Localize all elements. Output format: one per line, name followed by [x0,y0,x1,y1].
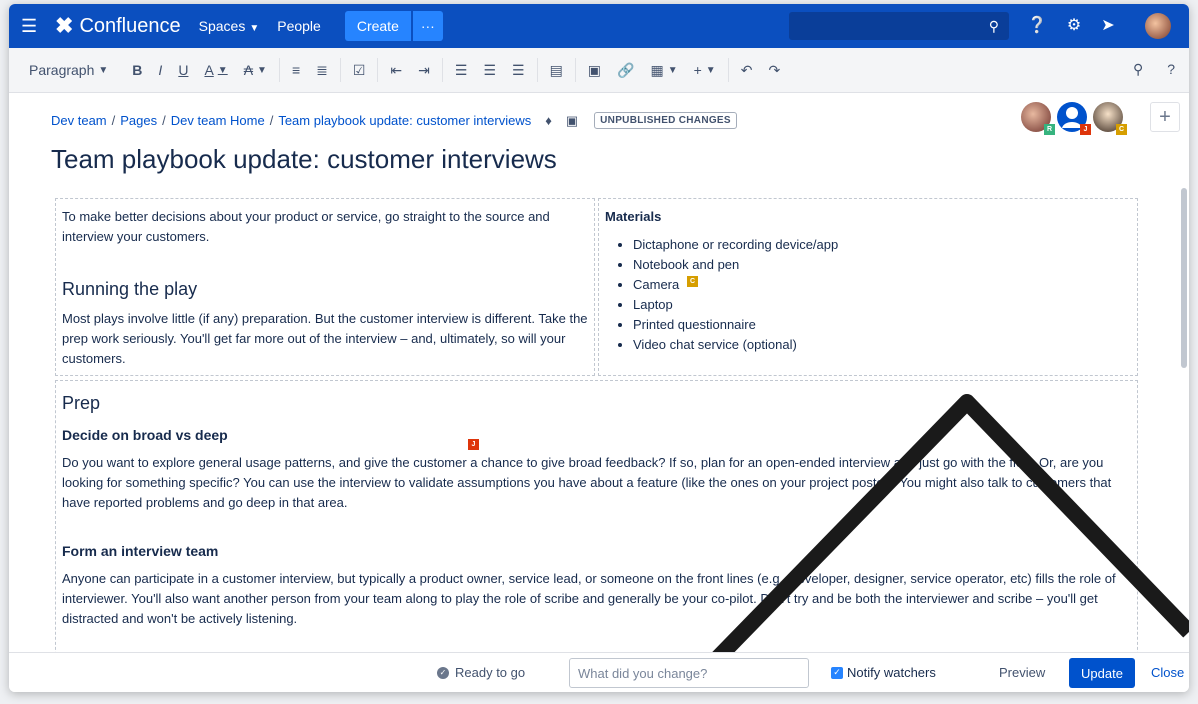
notify-watchers-checkbox[interactable]: ✓ Notify watchers [831,665,936,680]
scrollbar[interactable] [1181,188,1187,368]
collaborator-cursor-c: C [687,276,698,287]
layout-cell-prep[interactable]: Prep Decide on broad vs deep Do you want… [55,380,1138,652]
align-left-icon[interactable]: ☰ [441,58,476,82]
nav-spaces-label: Spaces [198,18,246,34]
image-icon[interactable]: ▣ [574,58,609,82]
collaborator-initial: C [1116,124,1127,135]
preview-button[interactable]: Preview [999,665,1045,680]
link-icon[interactable]: 🔗 [609,62,642,79]
editor-window: ☰ ✖ Confluence Spaces ▼ People Create ···… [9,4,1189,692]
list-item: Notebook and pen [633,255,1131,275]
help-icon[interactable]: ? [1167,61,1175,78]
confluence-logo[interactable]: ✖ Confluence [55,13,181,39]
invite-collaborator-button[interactable]: + [1150,102,1180,132]
help-icon[interactable]: ❔ [1027,15,1047,35]
collaborator-avatar[interactable]: C [1093,102,1127,135]
layout-cell-materials[interactable]: Materials Dictaphone or recording device… [598,198,1138,376]
search-input[interactable]: ⚲ [789,12,1009,40]
breadcrumb: Dev team / Pages / Dev team Home / Team … [51,112,737,129]
create-button[interactable]: Create [344,11,411,41]
breadcrumb-space[interactable]: Dev team [51,113,107,128]
menu-icon[interactable]: ☰ [21,16,43,37]
collaborator-initial: J [1080,124,1091,135]
materials-list: Dictaphone or recording device/app Noteb… [605,235,1131,355]
top-navigation: ☰ ✖ Confluence Spaces ▼ People Create ···… [9,4,1189,48]
list-item: Video chat service (optional) [633,335,1131,355]
insert-more-icon[interactable]: + ▼ [686,62,724,78]
text-format-more-icon[interactable]: ₳ ▼ [236,62,275,78]
interview-team-heading: Form an interview team [62,543,219,559]
breadcrumb-pages[interactable]: Pages [120,113,157,128]
change-comment-input[interactable] [569,658,809,688]
list-item: Printed questionnaire [633,315,1131,335]
list-item: Camera [633,275,1131,295]
update-button[interactable]: Update [1069,658,1135,688]
editor-footer: ✓ Ready to go ✓ Notify watchers Preview … [9,652,1189,692]
italic-button[interactable]: I [150,62,170,78]
paragraph-style-dropdown[interactable]: Paragraph ▼ [21,62,116,78]
list-item: Dictaphone or recording device/app [633,235,1131,255]
unpublished-changes-badge: UNPUBLISHED CHANGES [594,112,737,129]
undo-icon[interactable]: ↶ [727,58,761,82]
chevron-down-icon: ▼ [249,23,260,34]
table-icon[interactable]: ▦ ▼ [642,62,685,79]
restrictions-lock-icon[interactable]: ▣ [566,113,578,129]
ready-status: ✓ Ready to go [437,665,525,680]
materials-heading: Materials [605,209,662,224]
running-paragraph: Most plays involve little (if any) prepa… [62,311,588,366]
text-color-button[interactable]: A ▼ [196,62,235,78]
broad-deep-paragraph: Do you want to explore general usage pat… [62,455,1112,510]
editor-toolbar: Paragraph ▼ B I U A ▼ ₳ ▼ ≡ ≣ ☑ ⇤ ⇥ ☰ ☰ ☰ ▤… [9,48,1189,93]
confluence-mark-icon: ✖ [55,13,74,38]
list-item: Laptop [633,295,1131,315]
collaborator-cursor-j: J [468,439,479,450]
indent-icon[interactable]: ⇥ [410,62,438,79]
chevron-down-icon: ▼ [217,64,228,76]
app-name: Confluence [79,14,181,37]
settings-gear-icon[interactable]: ⚙ [1067,15,1081,35]
chevron-down-icon: ▼ [98,64,109,76]
editor-content: Dev team / Pages / Dev team Home / Team … [9,92,1189,652]
ready-label: Ready to go [455,665,526,680]
text-color-label: A [204,62,214,78]
page-layout-icon[interactable]: ▤ [536,58,571,82]
collaborator-initial: R [1044,124,1055,135]
find-replace-icon[interactable]: ⚲ [1133,61,1143,78]
intro-paragraph: To make better decisions about your prod… [62,209,550,244]
running-heading: Running the play [62,279,198,299]
create-more-button[interactable]: ··· [412,11,443,41]
close-button[interactable]: Close [1151,665,1184,680]
interview-team-paragraph: Anyone can participate in a customer int… [62,571,1116,626]
underline-button[interactable]: U [170,62,196,78]
notify-label: Notify watchers [847,665,936,680]
label-tag-icon[interactable]: ♦ [545,113,552,128]
align-right-icon[interactable]: ☰ [504,62,533,79]
notifications-icon[interactable]: ➤ [1101,15,1114,35]
bold-button[interactable]: B [124,62,150,78]
layout-cell-intro[interactable]: To make better decisions about your prod… [55,198,595,376]
numbered-list-icon[interactable]: ≣ [308,62,336,79]
nav-spaces[interactable]: Spaces ▼ [199,18,260,34]
task-list-icon[interactable]: ☑ [339,58,374,82]
outdent-icon[interactable]: ⇤ [377,58,410,82]
align-center-icon[interactable]: ☰ [475,62,504,79]
user-avatar[interactable] [1145,13,1171,39]
page-title[interactable]: Team playbook update: customer interview… [51,144,557,175]
search-icon: ⚲ [988,18,999,34]
collaborators: R J C [1021,102,1127,135]
paragraph-style-label: Paragraph [29,62,95,78]
collaborator-avatar[interactable]: J [1057,102,1091,135]
collaborator-avatar[interactable]: R [1021,102,1055,135]
broad-deep-heading: Decide on broad vs deep [62,427,228,443]
breadcrumb-home[interactable]: Dev team Home [171,113,265,128]
redo-icon[interactable]: ↷ [760,62,788,79]
checkbox-checked-icon: ✓ [831,666,843,679]
prep-heading: Prep [62,393,101,413]
breadcrumb-current[interactable]: Team playbook update: customer interview… [278,113,531,128]
nav-people[interactable]: People [277,18,321,34]
check-circle-icon: ✓ [437,666,449,679]
bullet-list-icon[interactable]: ≡ [278,58,308,82]
